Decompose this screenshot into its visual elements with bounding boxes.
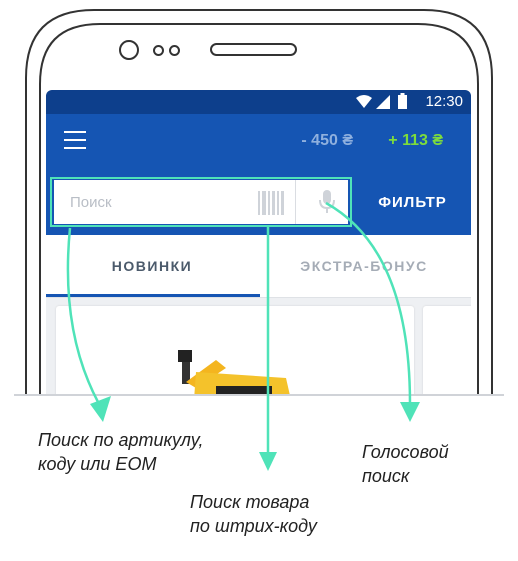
callout-voice-search: Голосовой поиск	[362, 440, 449, 489]
callout-article-search: Поиск по артикулу, коду или EOM	[38, 428, 204, 477]
callout-barcode-search: Поиск товара по штрих-коду	[190, 490, 317, 539]
callout-barcode-search-text: Поиск товара по штрих-коду	[190, 492, 317, 537]
callout-article-search-text: Поиск по артикулу, коду или EOM	[38, 430, 204, 475]
callout-voice-search-text: Голосовой поиск	[362, 442, 449, 487]
